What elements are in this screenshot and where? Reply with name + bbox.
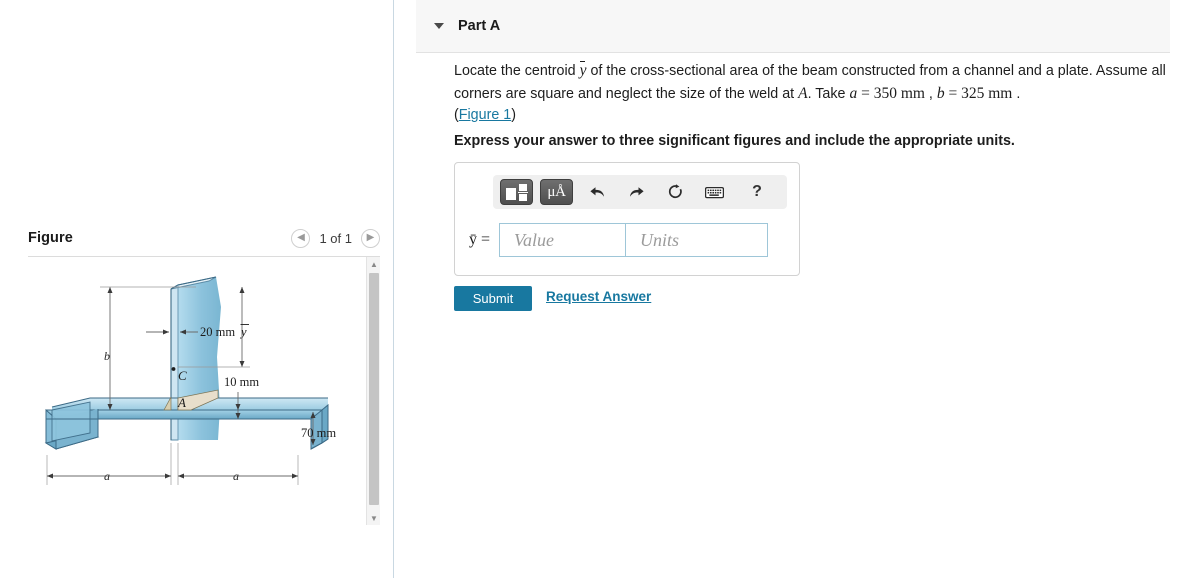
svg-text:A: A <box>177 395 186 410</box>
help-icon[interactable]: ? <box>742 179 772 205</box>
submit-button[interactable]: Submit <box>454 286 532 311</box>
redo-arrow-icon[interactable] <box>621 179 651 205</box>
figure-prev-button[interactable]: ◀ <box>291 228 311 248</box>
panel-divider <box>393 0 394 578</box>
figure-counter: 1 of 1 <box>319 230 352 246</box>
svg-text:C: C <box>178 368 187 383</box>
figure-1-link[interactable]: Figure 1 <box>459 107 511 123</box>
answer-label: ȳ = <box>469 231 491 248</box>
part-a-header[interactable]: Part A <box>416 0 1170 53</box>
figure-panel: Figure ◀ 1 of 1 ▶ b 20 mm y C A 10 mm 70… <box>0 0 394 578</box>
svg-text:10 mm: 10 mm <box>224 375 259 389</box>
figure-body: b 20 mm y C A 10 mm 70 mm a a ▲ ▼ <box>28 257 380 525</box>
template-icon[interactable] <box>500 179 533 205</box>
part-a-panel: Part A Locate the centroid y of the cros… <box>416 0 1200 578</box>
units-mu-angstrom-icon[interactable]: μÅ <box>540 179 573 205</box>
question-line1-prefix: Locate the centroid <box>454 63 580 79</box>
figure-scrollbar[interactable]: ▲ ▼ <box>366 257 380 525</box>
units-button-label: μÅ <box>547 183 566 200</box>
request-answer-link[interactable]: Request Answer <box>546 289 651 304</box>
figure-title: Figure <box>28 230 73 246</box>
symbol-b: b <box>936 84 945 102</box>
paren-close: ) <box>511 107 516 123</box>
svg-text:a: a <box>104 469 110 483</box>
svg-text:b: b <box>104 349 110 363</box>
caret-down-icon[interactable] <box>434 23 444 29</box>
figure-next-button[interactable]: ▶ <box>361 228 380 248</box>
answer-input-row: ȳ = <box>469 223 769 257</box>
ybar-symbol: y <box>579 60 586 82</box>
value-b: = 325 mm <box>944 84 1013 102</box>
question-line2-mid: . Take <box>807 85 850 102</box>
scroll-up-arrow-icon[interactable]: ▲ <box>367 257 380 271</box>
answer-value-input[interactable] <box>499 223 627 257</box>
answer-units-input[interactable] <box>626 223 769 257</box>
figure-panel-header: Figure ◀ 1 of 1 ▶ <box>28 220 380 256</box>
reset-circular-arrow-icon[interactable] <box>660 179 690 205</box>
part-a-title: Part A <box>458 18 501 34</box>
undo-arrow-icon[interactable] <box>582 179 612 205</box>
comma-sep: , <box>924 85 937 102</box>
answer-instruction: Express your answer to three significant… <box>454 133 1015 149</box>
scrollbar-thumb[interactable] <box>369 273 379 505</box>
keyboard-icon[interactable] <box>699 179 729 205</box>
svg-text:70 mm: 70 mm <box>301 426 336 440</box>
period-sep: . <box>1012 85 1021 102</box>
question-line1-suffix: of the cross-sectional area of the beam … <box>586 63 1093 79</box>
beam-cross-section-diagram: b 20 mm y C A 10 mm 70 mm a a <box>28 257 368 525</box>
scroll-down-arrow-icon[interactable]: ▼ <box>367 511 380 525</box>
question-text: Locate the centroid y of the cross-secti… <box>454 60 1174 127</box>
answer-entry-box: μÅ ? ȳ = Value Units <box>454 162 800 276</box>
value-a: = 350 mm <box>857 84 925 102</box>
svg-text:20 mm: 20 mm <box>200 325 235 339</box>
svg-text:y: y <box>239 325 247 339</box>
page-root: Figure ◀ 1 of 1 ▶ b 20 mm y C A 10 mm 70… <box>0 0 1200 578</box>
figure-navigation: ◀ 1 of 1 ▶ <box>291 228 380 248</box>
symbol-A: A <box>798 84 808 102</box>
svg-text:a: a <box>233 469 239 483</box>
math-toolbar: μÅ ? <box>493 175 787 209</box>
